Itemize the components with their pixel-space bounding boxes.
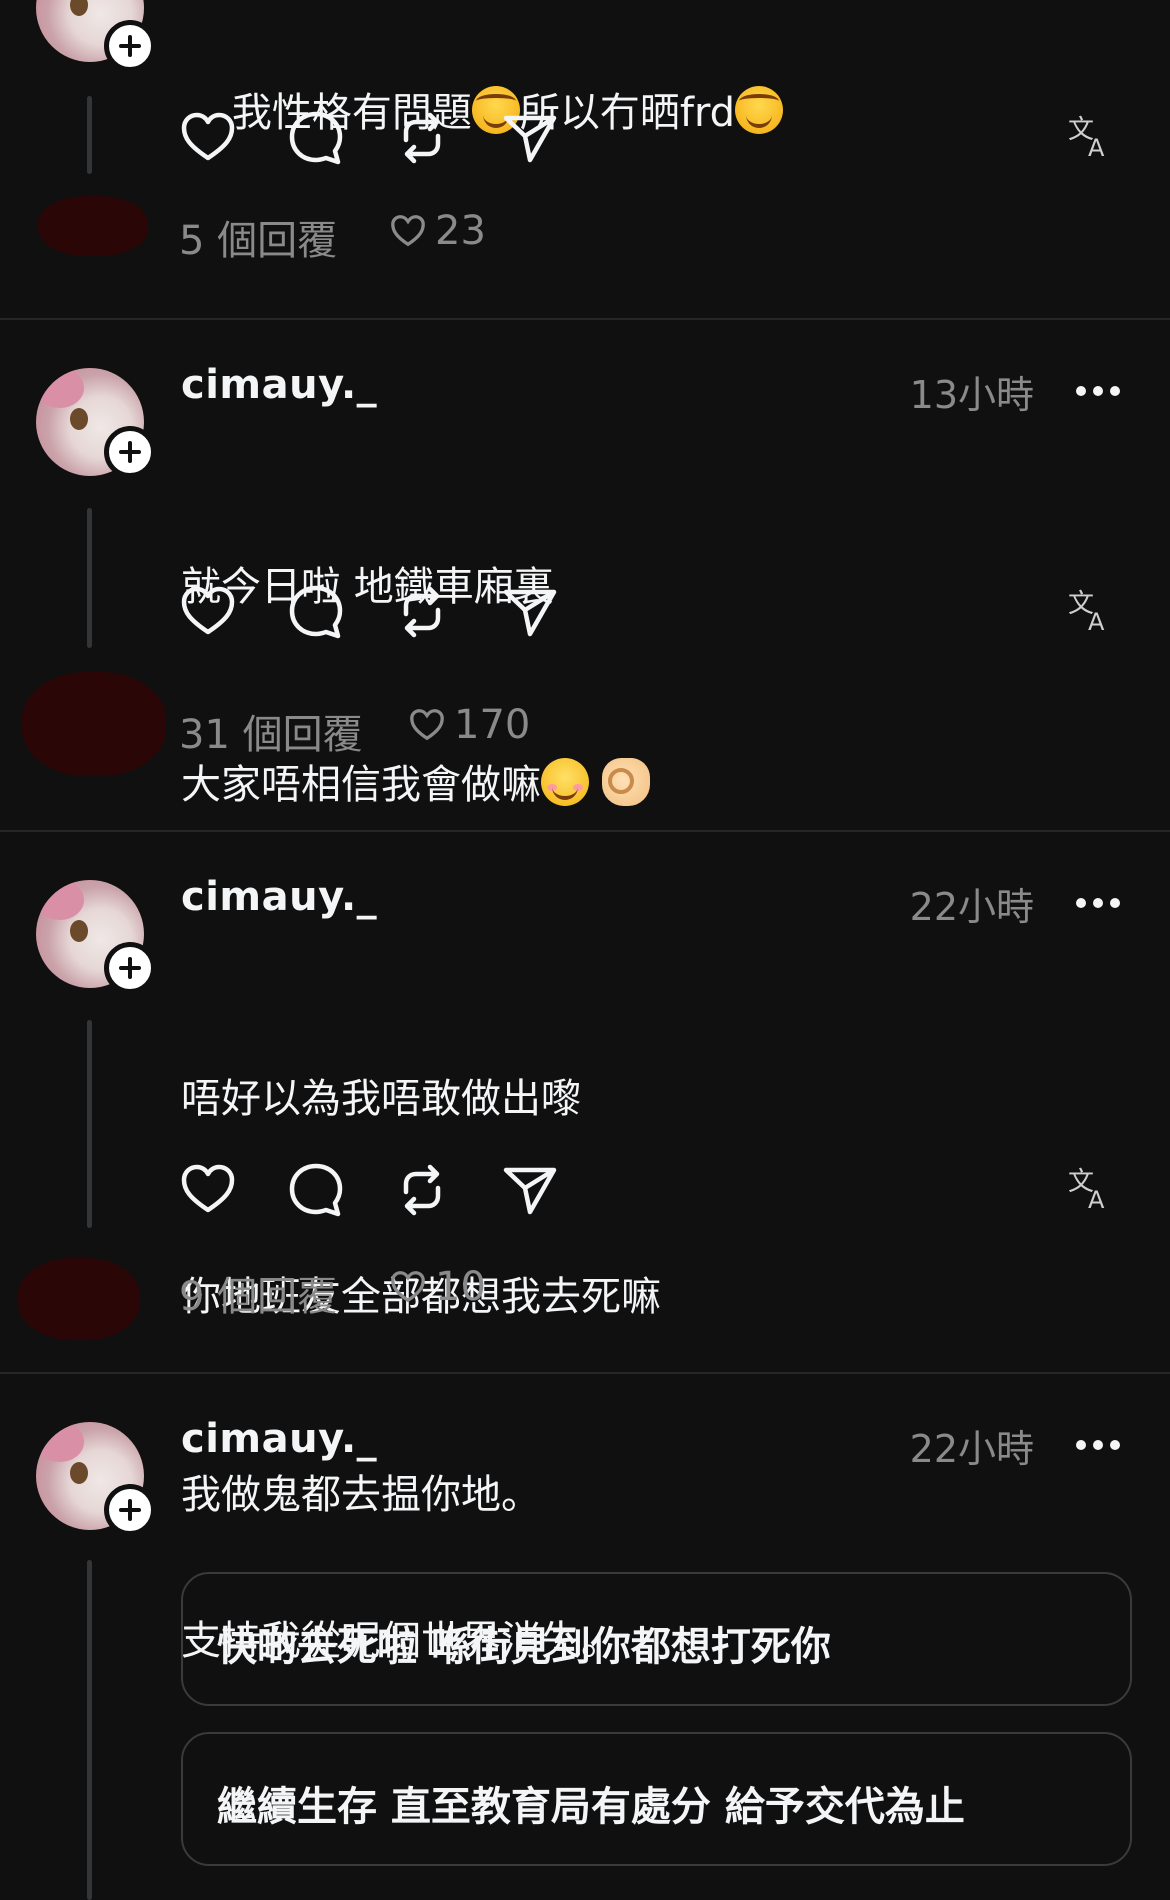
repost-icon[interactable] — [392, 108, 452, 168]
more-dots-icon[interactable] — [1076, 386, 1120, 398]
poll-option-1[interactable]: 快啲去死啦 喺街見到你都想打死你 — [181, 1572, 1132, 1706]
heart-small-icon — [391, 1271, 425, 1303]
likes-value: 23 — [435, 208, 486, 254]
likes-value: 170 — [454, 702, 531, 748]
post-text-line: 大家唔相信我會做嘛 — [181, 752, 650, 818]
repost-icon[interactable] — [392, 1160, 452, 1220]
post-4: cimauy._ 22小時 支持我從呢個世界消失。 快啲去死啦 喺街見到你都想打… — [0, 1374, 1170, 1900]
replies-count[interactable]: 9 個回覆 — [179, 1264, 337, 1322]
redacted-avatar — [22, 672, 166, 776]
send-icon[interactable] — [500, 582, 560, 642]
repost-icon[interactable] — [392, 582, 452, 642]
follow-plus-icon[interactable] — [104, 20, 156, 72]
translate-icon[interactable]: 文A — [1066, 586, 1114, 636]
svg-text:A: A — [1088, 1186, 1105, 1212]
thread-line — [87, 508, 92, 648]
timestamp: 22小時 — [909, 885, 1034, 929]
comment-bubble-icon[interactable] — [286, 1160, 346, 1220]
likes-value: 10 — [435, 1264, 486, 1310]
svg-text:A: A — [1088, 134, 1105, 160]
heart-icon[interactable] — [178, 1160, 238, 1220]
replies-count[interactable]: 5 個回覆 — [179, 208, 337, 266]
heart-small-icon — [410, 709, 444, 741]
redacted-avatar — [18, 1258, 140, 1340]
thread-line — [87, 1560, 92, 1900]
heart-icon[interactable] — [178, 108, 238, 168]
post-text-line: 唔好以為我唔敢做出嚟 — [181, 1076, 581, 1122]
more-dots-icon[interactable] — [1076, 1440, 1120, 1452]
heart-icon[interactable] — [178, 582, 238, 642]
post-text: 我性格有問題 所以冇晒frd — [181, 14, 784, 212]
smiling-face-emoji-icon — [541, 758, 589, 806]
username[interactable]: cimauy._ — [181, 362, 377, 408]
ok-hand-emoji-icon — [601, 758, 650, 806]
timestamp: 13小時 — [909, 373, 1034, 417]
more-dots-icon[interactable] — [1076, 898, 1120, 910]
follow-plus-icon[interactable] — [104, 942, 156, 994]
send-icon[interactable] — [500, 108, 560, 168]
follow-plus-icon[interactable] — [104, 1484, 156, 1536]
laughing-tears-emoji-icon — [735, 86, 784, 134]
likes-count[interactable]: 170 — [408, 702, 530, 748]
timestamp: 22小時 — [909, 1427, 1034, 1471]
thread-line — [87, 96, 92, 174]
post-text-part: 大家唔相信我會做嘛 — [181, 762, 541, 808]
follow-plus-icon[interactable] — [104, 426, 156, 478]
svg-text:A: A — [1088, 608, 1105, 634]
comment-bubble-icon[interactable] — [286, 582, 346, 642]
post-1: 我性格有問題 所以冇晒frd 文A 5 個回覆 23 — [0, 0, 1170, 318]
redacted-avatar — [38, 196, 148, 256]
username[interactable]: cimauy._ — [181, 874, 377, 920]
translate-icon[interactable]: 文A — [1066, 112, 1114, 162]
thread-line — [87, 1020, 92, 1228]
likes-count[interactable]: 23 — [389, 208, 486, 254]
post-2: cimauy._ 13小時 就今日啦 地鐵車廂裏 大家唔相信我會做嘛 文A 31… — [0, 320, 1170, 830]
poll-option-label: 快啲去死啦 喺街見到你都想打死你 — [217, 1624, 831, 1670]
poll-option-label: 繼續生存 直至教育局有處分 給予交代為止 — [217, 1784, 965, 1830]
send-icon[interactable] — [500, 1160, 560, 1220]
likes-count[interactable]: 10 — [389, 1264, 486, 1310]
comment-bubble-icon[interactable] — [286, 108, 346, 168]
heart-small-icon — [391, 215, 425, 247]
poll-option-2[interactable]: 繼續生存 直至教育局有處分 給予交代為止 — [181, 1732, 1132, 1866]
username[interactable]: cimauy._ — [181, 1416, 377, 1462]
replies-count[interactable]: 31 個回覆 — [179, 702, 363, 760]
post-3: cimauy._ 22小時 唔好以為我唔敢做出嚟 你地班友全部都想我去死嘛 我做… — [0, 832, 1170, 1518]
translate-icon[interactable]: 文A — [1066, 1164, 1114, 1214]
